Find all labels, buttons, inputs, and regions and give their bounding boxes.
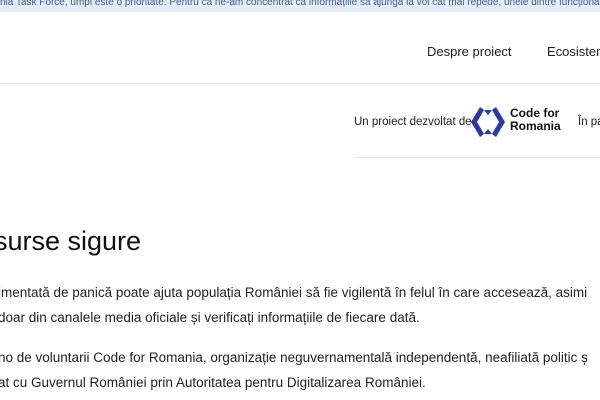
page: nia Task Force, umpi este o prioritate. … — [0, 0, 600, 400]
nav-item-ecosistem[interactable]: Ecosistem — [547, 44, 600, 59]
nav-item-despre-proiect[interactable]: Despre proiect — [427, 44, 512, 59]
nav-divider — [0, 83, 600, 84]
credit-divider — [354, 157, 600, 158]
developer-label: Un proiect dezvoltat de — [354, 116, 472, 128]
code-for-romania-logo-icon — [471, 107, 505, 137]
info-banner: nia Task Force, umpi este o prioritate. … — [0, 0, 600, 12]
top-navigation: Despre proiect Ecosistem — [0, 30, 600, 74]
code-for-romania-wordmark: Code for Romania — [510, 106, 561, 133]
developer-credit: Un proiect dezvoltat de Code for Romania… — [354, 104, 600, 140]
paragraph-about: no de voluntarii Code for Romania, organ… — [0, 350, 588, 390]
page-heading: surse sigure — [0, 226, 142, 256]
banner-text: nia Task Force, umpi este o prioritate. … — [0, 0, 600, 8]
partner-label: În pa — [578, 116, 600, 128]
paragraph-intro: imentată de panică poate ajuta populația… — [0, 285, 588, 325]
